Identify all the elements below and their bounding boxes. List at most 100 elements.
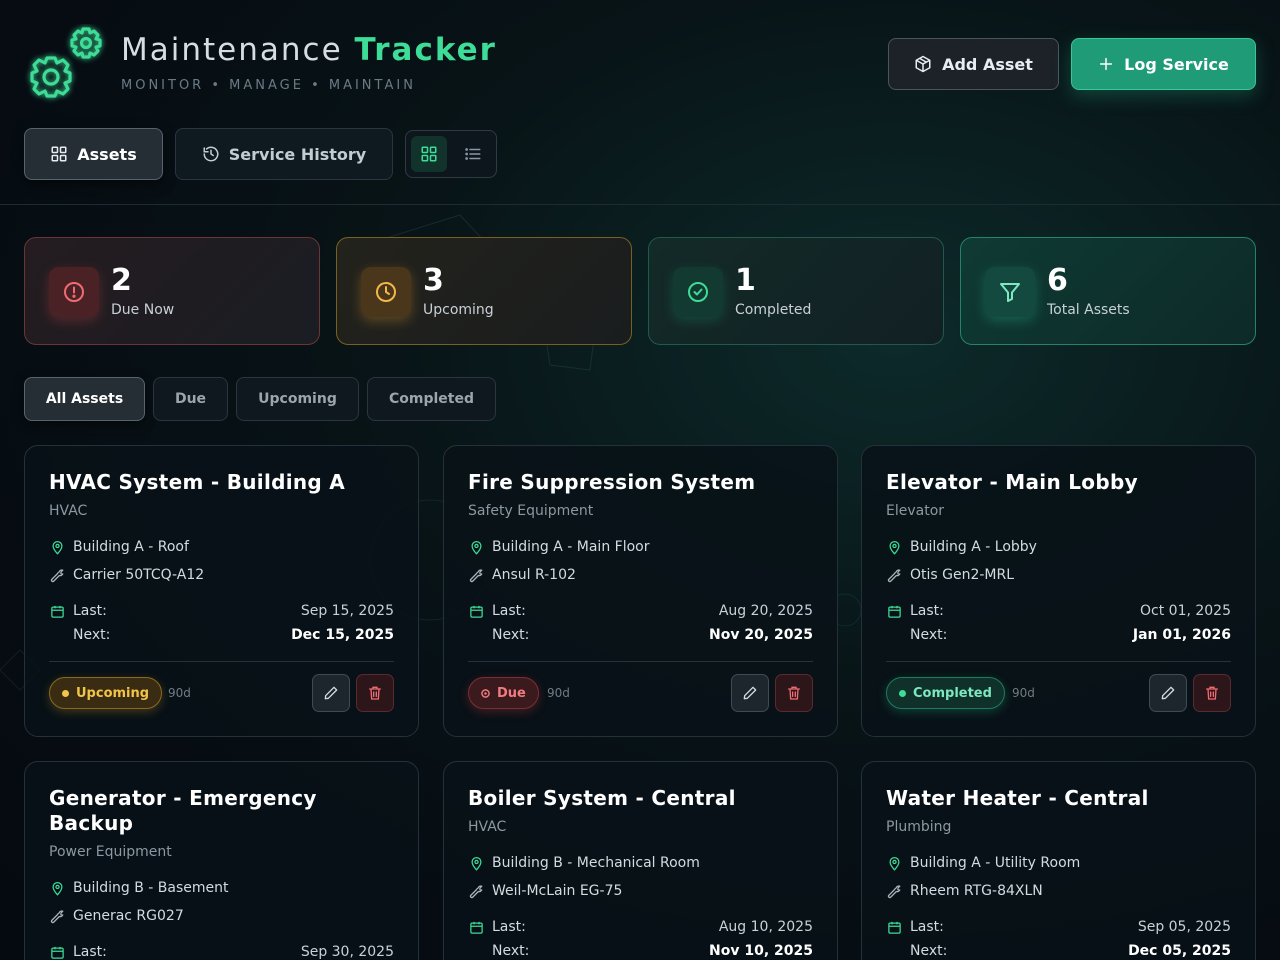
wrench-icon [886, 567, 902, 583]
pencil-icon [743, 686, 757, 700]
wrench-icon [49, 908, 65, 924]
stat-due-now[interactable]: 2 Due Now [24, 237, 320, 345]
stat-upcoming[interactable]: 3 Upcoming [336, 237, 632, 345]
asset-category: Power Equipment [49, 844, 172, 860]
next-service-row: Next: Nov 10, 2025 [468, 941, 813, 960]
next-service-row: Next: Nov 20, 2025 [468, 625, 813, 645]
app-title-accent: Tracker [354, 32, 497, 68]
asset-card[interactable]: Fire Suppression System Safety Equipment… [443, 445, 838, 737]
stat-value: 6 [1047, 263, 1068, 298]
last-service-date: Sep 15, 2025 [300, 603, 394, 619]
asset-card[interactable]: Water Heater - Central Plumbing Building… [861, 761, 1256, 960]
calendar-icon [49, 944, 65, 960]
last-label: Last: [73, 944, 107, 960]
edit-button[interactable] [312, 674, 350, 712]
app-header: Maintenance Tracker MONITOR • MANAGE • M… [0, 0, 1280, 205]
pencil-icon [324, 686, 338, 700]
filter-due[interactable]: Due [153, 377, 228, 421]
asset-name: Elevator - Main Lobby [886, 470, 1138, 494]
last-service-row: Last: Aug 10, 2025 [468, 917, 813, 937]
next-service-date: Dec 15, 2025 [291, 627, 394, 643]
last-service-date: Sep 30, 2025 [300, 944, 394, 960]
edit-button[interactable] [1149, 674, 1187, 712]
delete-button[interactable] [775, 674, 813, 712]
last-service-row: Last: Oct 01, 2025 [886, 601, 1231, 621]
stat-completed[interactable]: 1 Completed [648, 237, 944, 345]
last-service-row: Last: Aug 20, 2025 [468, 601, 813, 621]
asset-card[interactable]: Elevator - Main Lobby Elevator Building … [861, 445, 1256, 737]
asset-model-row: Ansul R-102 [468, 565, 813, 585]
clock-icon [361, 267, 411, 317]
filter-completed[interactable]: Completed [367, 377, 496, 421]
calendar-icon [886, 603, 902, 619]
edit-button[interactable] [731, 674, 769, 712]
asset-card[interactable]: HVAC System - Building A HVAC Building A… [24, 445, 419, 737]
last-service-row: Last: Sep 30, 2025 [49, 942, 394, 960]
service-interval: 90d [547, 686, 570, 700]
asset-category: Plumbing [886, 819, 952, 835]
gear-logo-icon [30, 27, 102, 98]
box-icon [915, 55, 931, 73]
filter-upcoming[interactable]: Upcoming [236, 377, 359, 421]
trash-icon [369, 686, 381, 700]
asset-category: Safety Equipment [468, 503, 594, 519]
asset-model: Weil-McLain EG-75 [492, 883, 623, 899]
log-service-button[interactable]: Log Service [1071, 38, 1256, 90]
asset-location: Building B - Mechanical Room [492, 855, 700, 871]
map-pin-icon [886, 855, 902, 871]
asset-model: Otis Gen2-MRL [910, 567, 1015, 583]
asset-location: Building A - Main Floor [492, 539, 650, 555]
calendar-icon [468, 603, 484, 619]
asset-model-row: Generac RG027 [49, 906, 394, 926]
wrench-icon [49, 567, 65, 583]
next-service-row: Next: Dec 15, 2025 [49, 625, 394, 645]
asset-name: Water Heater - Central [886, 786, 1149, 810]
log-service-label: Log Service [1124, 54, 1229, 74]
status-badge-label: Due [497, 685, 526, 701]
delete-button[interactable] [356, 674, 394, 712]
asset-name: Boiler System - Central [468, 786, 736, 810]
next-label: Next: [492, 627, 530, 643]
tab-service-history[interactable]: Service History [175, 128, 393, 180]
next-service-row: Next: Dec 05, 2025 [886, 941, 1231, 960]
asset-location-row: Building A - Roof [49, 537, 394, 557]
asset-category: Elevator [886, 503, 945, 519]
delete-button[interactable] [1193, 674, 1231, 712]
asset-model: Generac RG027 [73, 908, 184, 924]
asset-card[interactable]: Boiler System - Central HVAC Building B … [443, 761, 838, 960]
next-label: Next: [73, 627, 111, 643]
asset-location-row: Building A - Main Floor [468, 537, 813, 557]
asset-model: Carrier 50TCQ-A12 [73, 567, 205, 583]
asset-name: Generator - Emergency Backup [49, 786, 317, 835]
tab-assets[interactable]: Assets [24, 128, 163, 180]
filter-all-assets[interactable]: All Assets [24, 377, 145, 421]
grid-view-button[interactable] [411, 136, 447, 172]
list-view-button[interactable] [455, 136, 491, 172]
alert-dot-icon [481, 688, 490, 698]
last-label: Last: [910, 919, 944, 935]
asset-card[interactable]: Generator - Emergency Backup Power Equip… [24, 761, 419, 960]
asset-location: Building A - Lobby [910, 539, 1037, 555]
asset-location: Building A - Roof [73, 539, 189, 555]
asset-location-row: Building B - Mechanical Room [468, 853, 813, 873]
asset-location: Building B - Basement [73, 880, 229, 896]
asset-location: Building A - Utility Room [910, 855, 1081, 871]
asset-model-row: Weil-McLain EG-75 [468, 881, 813, 901]
calendar-icon [49, 603, 65, 619]
next-service-date: Nov 10, 2025 [709, 943, 813, 959]
next-service-date: Dec 05, 2025 [1128, 943, 1231, 959]
next-label: Next: [492, 943, 530, 959]
history-icon [203, 146, 219, 162]
add-asset-button[interactable]: Add Asset [888, 38, 1059, 90]
status-badge-label: Upcoming [76, 685, 150, 701]
stat-total-assets[interactable]: 6 Total Assets [960, 237, 1256, 345]
map-pin-icon [49, 539, 65, 555]
asset-location-row: Building B - Basement [49, 878, 394, 898]
map-pin-icon [468, 539, 484, 555]
pencil-icon [1161, 686, 1175, 700]
last-service-date: Aug 20, 2025 [718, 603, 813, 619]
card-divider [49, 661, 394, 662]
stat-label: Upcoming [423, 302, 494, 318]
last-label: Last: [910, 603, 944, 619]
next-service-row: Next: Jan 01, 2026 [886, 625, 1231, 645]
